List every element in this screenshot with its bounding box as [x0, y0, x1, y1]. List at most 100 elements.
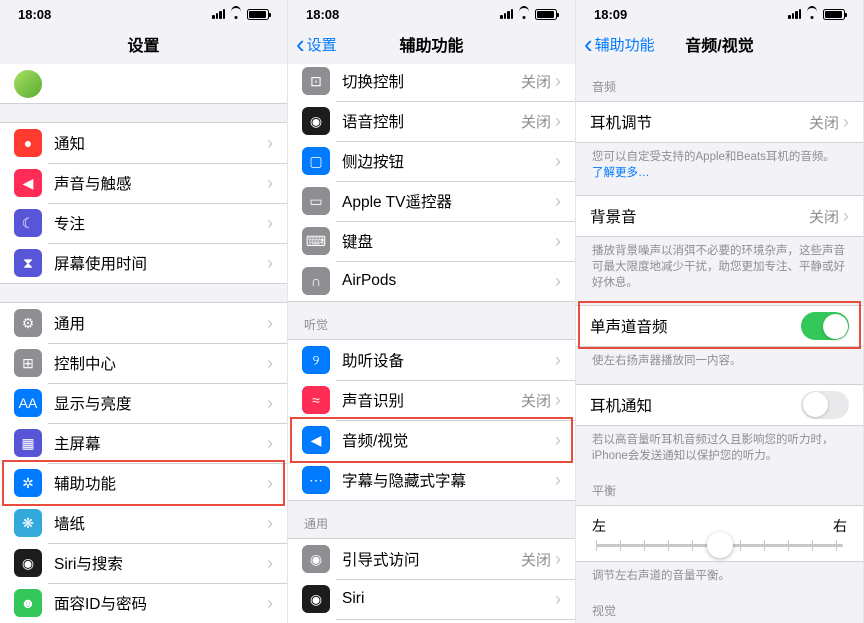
toggle-mono[interactable] [801, 312, 849, 340]
label: 通知 [54, 132, 267, 154]
label: AirPods [342, 272, 555, 290]
row-助听设备[interactable]: ୨ 助听设备› [288, 340, 575, 380]
label: 声音识别 [342, 389, 521, 411]
section-header-hearing: 听觉 [288, 302, 575, 339]
label: 屏幕使用时间 [54, 252, 267, 274]
row-Apple TV遥控器[interactable]: ▭Apple TV遥控器› [288, 181, 575, 221]
row-语音控制[interactable]: ◉语音控制关闭› [288, 101, 575, 141]
label: Siri [342, 590, 555, 608]
label: 耳机通知 [590, 394, 801, 416]
phone-accessibility: 18:08 设置 辅助功能 ⊡切换控制关闭›◉语音控制关闭›▢侧边按钮›▭App… [288, 0, 576, 623]
settings-group-1: ●通知›◀声音与触感›☾专注›⧗屏幕使用时间› [0, 122, 287, 284]
page-title: 音频/视觉 [685, 32, 753, 56]
back-button[interactable]: 设置 [296, 34, 337, 55]
content[interactable]: 音频 耳机调节 关闭 › 您可以自定受支持的Apple和Beats耳机的音频。 … [576, 64, 863, 623]
row-bg-sound[interactable]: 背景音 关闭 › [576, 196, 863, 236]
footer-bg-sound: 播放背景噪声以消弭不必要的环境杂声，这些声音可最大限度地减少干扰，助您更加专注、… [576, 237, 863, 305]
row-headphone-adjust[interactable]: 耳机调节 关闭 › [576, 102, 863, 142]
chevron-icon: › [555, 191, 561, 212]
time: 18:08 [18, 7, 51, 22]
settings-group-2: ⚙通用›⊞控制中心›AA显示与亮度›▦主屏幕›✲辅助功能›❋墙纸›◉Siri与搜… [0, 302, 287, 623]
signal-icon [212, 9, 225, 19]
top-group: ⊡切换控制关闭›◉语音控制关闭›▢侧边按钮›▭Apple TV遥控器›⌨键盘› ∩… [288, 60, 575, 302]
slider-thumb[interactable] [707, 532, 733, 558]
row-headphone-notify[interactable]: 耳机通知 [576, 385, 863, 425]
status-icons [788, 9, 845, 20]
label: 音频/视觉 [342, 429, 555, 451]
value: 关闭 [521, 111, 551, 132]
app-icon: ⌨ [302, 227, 330, 255]
label: 切换控制 [342, 70, 521, 92]
content[interactable]: ⊡切换控制关闭›◉语音控制关闭›▢侧边按钮›▭Apple TV遥控器›⌨键盘› ∩… [288, 60, 575, 623]
app-icon: ▦ [14, 429, 42, 457]
row-Siri[interactable]: ◉Siri› [288, 579, 575, 619]
toggle-headphone-notify[interactable] [801, 391, 849, 419]
status-bar: 18:09 [576, 4, 863, 24]
label: 声音与触感 [54, 172, 267, 194]
value: 关闭 [521, 549, 551, 570]
value: 关闭 [809, 112, 839, 133]
app-icon: ∩ [302, 267, 330, 295]
row-面容ID与密码[interactable]: ☻面容ID与密码› [0, 583, 287, 623]
label: 单声道音频 [590, 315, 801, 337]
nav-bar: 设置 [0, 24, 287, 64]
phone-settings: 18:08 设置 ● 通知 › ◀声音与触感›☾专注› ⧗ 屏幕使用时间 › ⚙通用›⊞控制… [0, 0, 288, 623]
row-通用[interactable]: ⚙通用› [0, 303, 287, 343]
label: 侧边按钮 [342, 150, 555, 172]
label: 助听设备 [342, 349, 555, 371]
row-屏幕使用时间[interactable]: ⧗屏幕使用时间› [0, 243, 287, 283]
profile-strip[interactable] [0, 64, 287, 104]
learn-more-link[interactable]: 了解更多… [592, 167, 650, 179]
headphone-notify-group: 耳机通知 [576, 384, 863, 426]
row-主屏幕[interactable]: ▦主屏幕› [0, 423, 287, 463]
row-声音与触感[interactable]: ◀声音与触感› [0, 163, 287, 203]
row-墙纸[interactable]: ❋墙纸› [0, 503, 287, 543]
bg-sound-group: 背景音 关闭 › [576, 195, 863, 237]
label: 显示与亮度 [54, 392, 267, 414]
chevron-icon: › [843, 112, 849, 133]
label: 通用 [54, 312, 267, 334]
row-辅助功能快捷键[interactable]: ✲辅助功能快捷键关闭› [288, 619, 575, 623]
row-显示与亮度[interactable]: AA显示与亮度› [0, 383, 287, 423]
label: 字幕与隐藏式字幕 [342, 469, 555, 491]
page-title: 设置 [127, 32, 159, 56]
row-引导式访问[interactable]: ◉引导式访问关闭› [288, 539, 575, 579]
chevron-icon: › [555, 430, 561, 451]
chevron-icon: › [555, 470, 561, 491]
chevron-icon: › [843, 206, 849, 227]
row-音频/视觉[interactable]: ◀音频/视觉› [288, 420, 575, 460]
signal-icon [500, 9, 513, 19]
chevron-icon: › [555, 350, 561, 371]
row-mono-audio[interactable]: 单声道音频 [576, 306, 863, 346]
app-icon: ⧗ [14, 249, 42, 277]
chevron-icon: › [267, 473, 273, 494]
row-字幕与隐藏式字幕[interactable]: ⋯ 字幕与隐藏式字幕› [288, 460, 575, 500]
back-button[interactable]: 辅助功能 [584, 34, 655, 55]
status-bar: 18:08 [0, 4, 287, 24]
app-icon: ⋯ [302, 466, 330, 494]
app-icon: ୨ [302, 346, 330, 374]
row-通知[interactable]: ●通知› [0, 123, 287, 163]
app-icon: ◉ [302, 545, 330, 573]
row-Siri与搜索[interactable]: ◉Siri与搜索› [0, 543, 287, 583]
row-侧边按钮[interactable]: ▢侧边按钮› [288, 141, 575, 181]
row-切换控制[interactable]: ⊡切换控制关闭› [288, 61, 575, 101]
row-声音识别[interactable]: ≈声音识别关闭› [288, 380, 575, 420]
row-辅助功能[interactable]: ✲辅助功能› [0, 463, 287, 503]
content[interactable]: ● 通知 › ◀声音与触感›☾专注› ⧗ 屏幕使用时间 › ⚙通用›⊞控制中心› AA 显示与亮… [0, 64, 287, 623]
app-icon: ◉ [14, 549, 42, 577]
label: 专注 [54, 212, 267, 234]
row-控制中心[interactable]: ⊞控制中心› [0, 343, 287, 383]
row-AirPods[interactable]: ∩AirPods› [288, 261, 575, 301]
app-icon: AA [14, 389, 42, 417]
battery-icon [247, 9, 269, 20]
status-icons [500, 9, 557, 20]
row-专注[interactable]: ☾专注› [0, 203, 287, 243]
footer-headphone-notify: 若以高音量听耳机音频过久且影响您的听力时，iPhone会发送通知以保护您的听力。 [576, 426, 863, 478]
row-键盘[interactable]: ⌨键盘› [288, 221, 575, 261]
app-icon: ● [14, 129, 42, 157]
chevron-icon: › [267, 353, 273, 374]
balance-slider[interactable] [596, 544, 843, 547]
app-icon: ☻ [14, 589, 42, 617]
section-header-general: 通用 [288, 501, 575, 538]
